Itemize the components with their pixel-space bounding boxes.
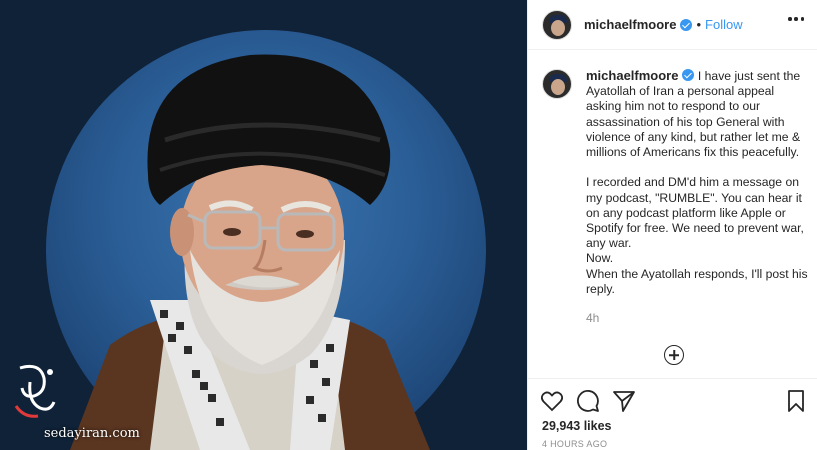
follow-button[interactable]: Follow <box>705 17 743 32</box>
heart-icon[interactable] <box>540 389 564 413</box>
post-header: michaelfmoore • Follow <box>528 0 817 50</box>
caption-block: michaelfmoore I have just sent the Ayato… <box>586 68 808 297</box>
bookmark-icon[interactable] <box>784 389 808 413</box>
comment-icon[interactable] <box>576 389 600 413</box>
post-media[interactable]: sedayiran.com <box>0 0 527 450</box>
likes-count[interactable]: 29,943 likes <box>542 419 612 433</box>
avatar[interactable] <box>542 9 572 40</box>
site-watermark: sedayiran.com <box>4 360 164 450</box>
more-options-icon[interactable] <box>788 17 804 21</box>
header-username[interactable]: michaelfmoore <box>584 17 676 32</box>
watermark-site-text: sedayiran.com <box>44 426 140 441</box>
caption-comment: michaelfmoore I have just sent the Ayato… <box>542 68 808 326</box>
post-side-panel: michaelfmoore • Follow michaelfmoore I h… <box>527 0 817 450</box>
caption-avatar[interactable] <box>542 69 572 99</box>
action-bar <box>528 378 817 420</box>
share-icon[interactable] <box>612 389 636 413</box>
caption-timestamp[interactable]: 4h <box>586 311 808 326</box>
caption-text: I have just sent the Ayatollah of Iran a… <box>586 69 808 296</box>
caption-username[interactable]: michaelfmoore <box>586 68 678 83</box>
add-comment-icon[interactable] <box>664 345 684 365</box>
caption-verified-badge-icon <box>682 69 695 81</box>
post-timestamp[interactable]: 4 HOURS AGO <box>542 439 607 449</box>
watermark-logo-icon <box>14 364 56 418</box>
verified-badge-icon <box>680 18 693 31</box>
separator-dot: • <box>696 17 702 32</box>
